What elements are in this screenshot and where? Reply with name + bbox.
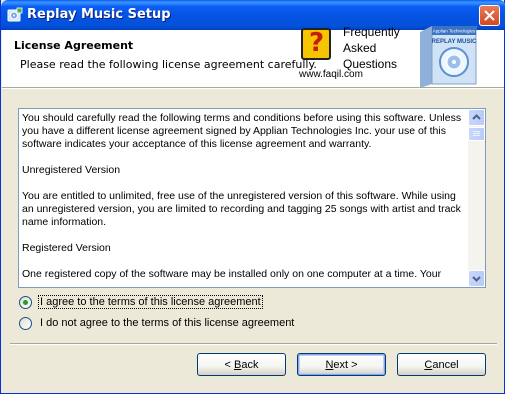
license-text-box[interactable]: You should carefully read the following … — [18, 108, 486, 288]
license-text: You should carefully read the following … — [22, 112, 462, 280]
close-icon — [484, 10, 495, 21]
svg-text:REPLAY MUSIC: REPLAY MUSIC — [432, 39, 477, 45]
back-button[interactable]: < Back — [197, 353, 286, 376]
page-subtitle: Please read the following license agreem… — [20, 58, 317, 71]
chevron-down-icon — [472, 276, 481, 282]
window-title: Replay Music Setup — [27, 7, 171, 22]
chevron-up-icon — [472, 114, 481, 120]
scroll-down-button[interactable] — [468, 270, 485, 287]
svg-text:Applian Technologies: Applian Technologies — [433, 29, 476, 34]
header-divider — [2, 87, 504, 89]
disagree-option[interactable]: I do not agree to the terms of this lice… — [19, 315, 295, 331]
faq-watermark-logo: ? Frequently Asked Questions www.faqil.c… — [297, 20, 412, 82]
close-button[interactable] — [479, 5, 500, 26]
product-box-image: Applian Technologies REPLAY MUSIC — [418, 25, 478, 88]
faq-logo-url: www.faqil.com — [299, 69, 363, 80]
agree-label[interactable]: I agree to the terms of this license agr… — [38, 295, 263, 309]
agree-radio[interactable] — [19, 295, 32, 309]
setup-window: Replay Music Setup License Agreement Ple… — [0, 0, 505, 394]
next-button[interactable]: Next > — [297, 353, 386, 376]
footer-divider — [10, 343, 497, 345]
page-title: License Agreement — [14, 39, 134, 52]
faq-logo-text: Frequently Asked Questions — [343, 25, 400, 71]
scroll-up-button[interactable] — [468, 109, 485, 126]
disagree-label[interactable]: I do not agree to the terms of this lice… — [39, 317, 295, 329]
question-mark-icon: ? — [301, 28, 331, 60]
disagree-radio[interactable] — [19, 316, 32, 330]
vertical-scrollbar[interactable] — [468, 109, 485, 287]
agree-option[interactable]: I agree to the terms of this license agr… — [19, 294, 263, 310]
scroll-thumb[interactable] — [468, 127, 485, 141]
cancel-button[interactable]: Cancel — [397, 353, 486, 376]
grip-icon — [473, 131, 480, 136]
setup-installer-icon — [7, 7, 23, 23]
